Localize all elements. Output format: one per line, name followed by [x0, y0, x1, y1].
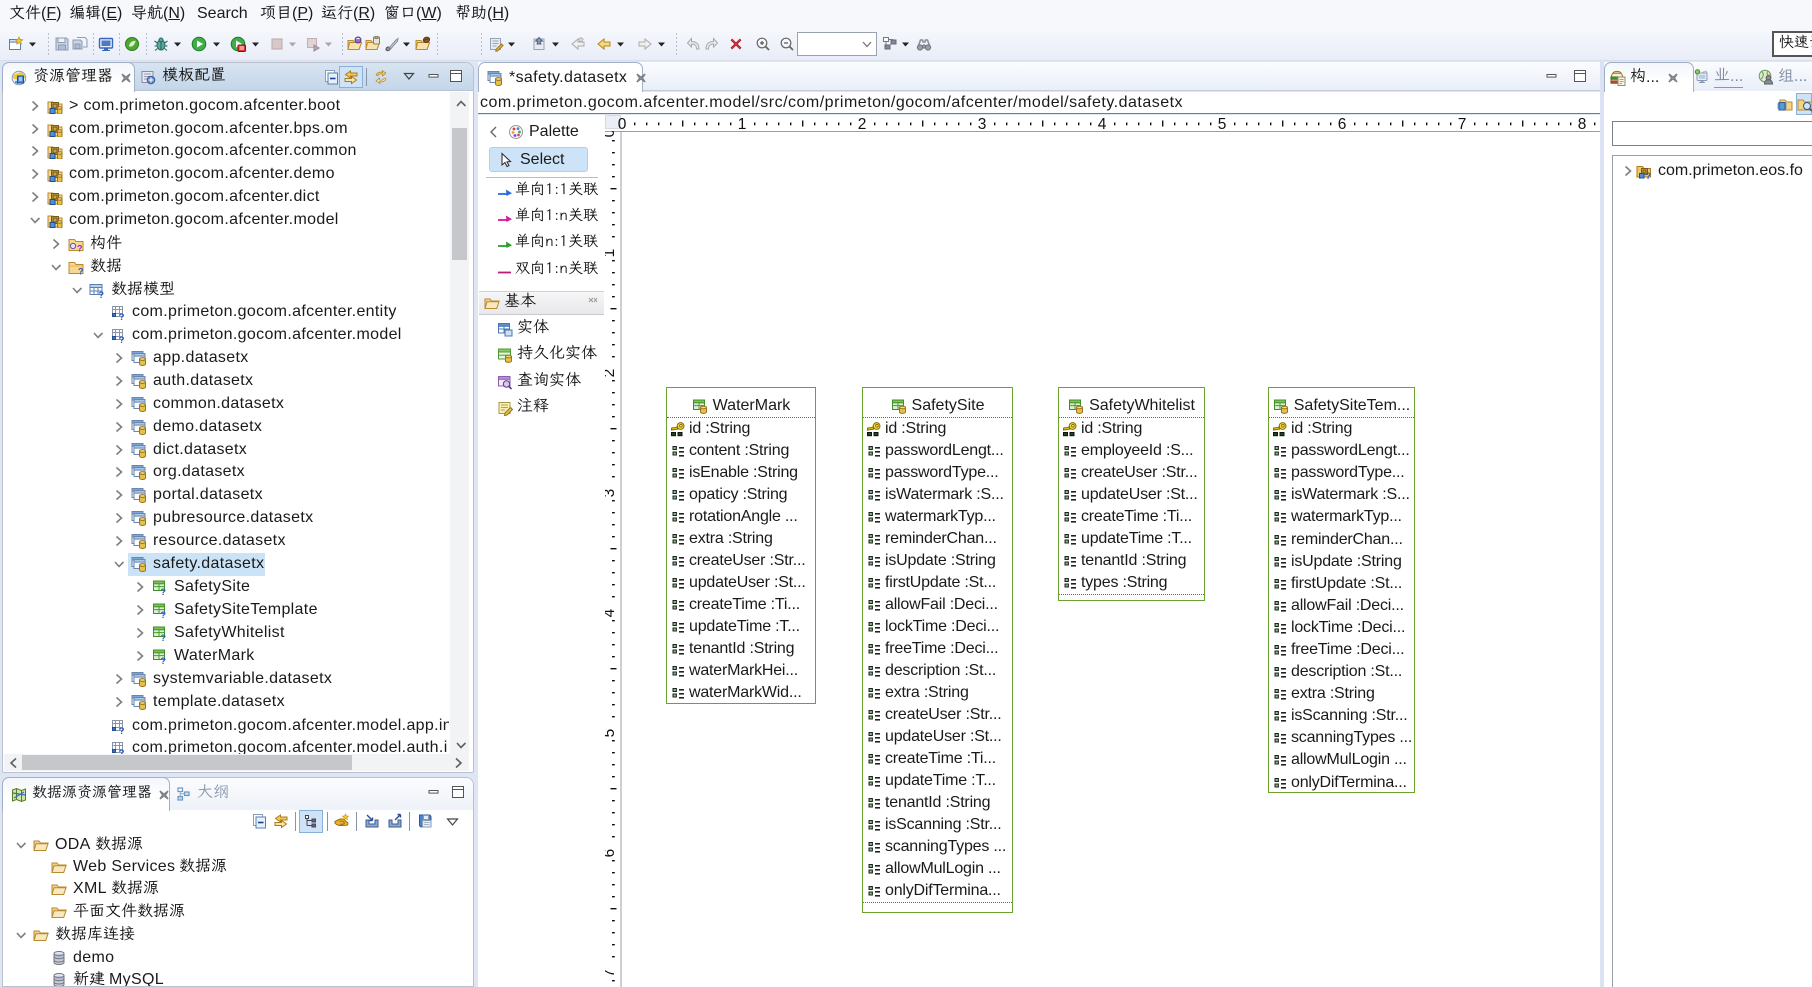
svg-text:3: 3 [978, 116, 987, 132]
svg-text:0: 0 [605, 131, 618, 137]
svg-text:6: 6 [605, 849, 618, 858]
svg-text:2: 2 [858, 116, 867, 132]
svg-text:2: 2 [605, 369, 618, 378]
svg-text:0: 0 [618, 116, 627, 132]
svg-text:7: 7 [605, 969, 618, 978]
svg-text:5: 5 [1218, 116, 1227, 132]
svg-text:4: 4 [1098, 116, 1107, 132]
svg-text:1: 1 [738, 116, 747, 132]
svg-text:6: 6 [1338, 116, 1347, 132]
svg-text:1: 1 [605, 249, 618, 258]
svg-text:3: 3 [605, 489, 618, 498]
svg-text:7: 7 [1458, 116, 1467, 132]
svg-text:4: 4 [605, 608, 618, 617]
svg-text:?: ? [1646, 171, 1652, 179]
svg-text:8: 8 [1578, 116, 1587, 132]
svg-text:5: 5 [605, 729, 618, 738]
